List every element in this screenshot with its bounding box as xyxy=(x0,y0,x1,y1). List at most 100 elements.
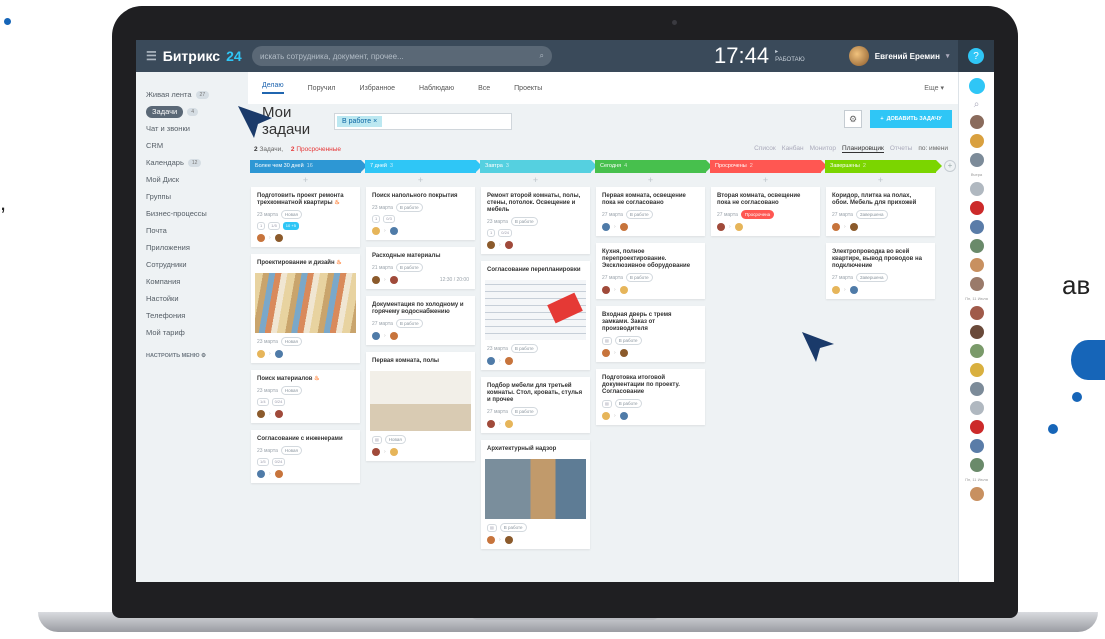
avatar[interactable] xyxy=(602,286,610,294)
add-column-button[interactable]: + xyxy=(944,160,956,172)
column-header[interactable]: 7 дней 3 xyxy=(365,160,482,173)
view-option[interactable]: Монитор xyxy=(810,145,836,153)
task-title[interactable]: Подготовка итоговой документации по прое… xyxy=(602,375,699,396)
menu-item[interactable]: Группы xyxy=(146,188,248,205)
menu-settings[interactable]: НАСТРОИТЬ МЕНЮ ⚙ xyxy=(146,353,248,359)
avatar[interactable] xyxy=(504,241,513,249)
avatar[interactable] xyxy=(372,276,380,284)
contact-avatar[interactable] xyxy=(969,382,984,396)
close-icon[interactable]: × xyxy=(373,118,377,125)
filter-chip[interactable]: В работе × xyxy=(337,115,383,127)
avatar[interactable] xyxy=(257,410,265,418)
task-title[interactable]: Расходные материалы xyxy=(372,253,469,260)
column-header[interactable]: Завтра 3 xyxy=(480,160,597,173)
avatar[interactable] xyxy=(389,332,398,340)
menu-item[interactable]: Сотрудники xyxy=(146,256,248,273)
notification-icon[interactable] xyxy=(968,78,985,94)
menu-item[interactable]: Компания xyxy=(146,273,248,290)
menu-item[interactable]: Живая лента 27 xyxy=(146,86,248,103)
add-card-button[interactable]: + xyxy=(480,173,591,187)
task-card[interactable]: Вторая комната, освещение пока не соглас… xyxy=(711,187,820,236)
contact-avatar[interactable] xyxy=(969,115,984,129)
avatar[interactable] xyxy=(602,412,610,420)
menu-item[interactable]: Приложения xyxy=(146,239,248,256)
task-card[interactable]: Проектирование и дизайн ♨ 23 марта Новая › xyxy=(251,254,360,363)
task-title[interactable]: Входная дверь с тремя замками. Заказ от … xyxy=(602,312,699,333)
avatar[interactable] xyxy=(849,286,858,294)
gear-icon[interactable]: ⚙ xyxy=(844,110,862,128)
avatar[interactable] xyxy=(619,349,628,357)
menu-item[interactable]: Телефония xyxy=(146,307,248,324)
task-card[interactable]: Ремонт второй комнаты, полы, стены, пото… xyxy=(481,187,590,254)
task-card[interactable]: Коридор, плитка на полах, обои. Мебель д… xyxy=(826,187,935,236)
contact-avatar[interactable] xyxy=(969,220,984,234)
avatar[interactable] xyxy=(602,223,610,231)
avatar[interactable] xyxy=(487,241,495,249)
avatar[interactable] xyxy=(849,223,858,231)
contact-avatar[interactable] xyxy=(969,420,984,434)
menu-item[interactable]: Почта xyxy=(146,222,248,239)
avatar[interactable] xyxy=(832,286,840,294)
avatar[interactable] xyxy=(274,410,283,418)
avatar[interactable] xyxy=(274,234,283,242)
task-card[interactable]: Согласование перепланировки 23 марта В раб… xyxy=(481,261,590,370)
filter-input[interactable]: В работе × xyxy=(334,112,512,130)
contact-avatar[interactable] xyxy=(969,258,984,272)
avatar[interactable] xyxy=(372,448,380,456)
search-icon[interactable]: ⌕ xyxy=(974,99,980,110)
contact-avatar[interactable] xyxy=(969,325,984,339)
logo[interactable]: ☰ Битрикс 24 xyxy=(136,48,252,64)
avatar[interactable] xyxy=(257,350,265,358)
add-card-button[interactable]: + xyxy=(595,173,706,187)
column-header[interactable]: Просрочены 2 xyxy=(710,160,827,173)
task-title[interactable]: Ремонт второй комнаты, полы, стены, пото… xyxy=(487,193,584,214)
task-title[interactable]: Подготовить проект ремонта трехкомнатной… xyxy=(257,193,354,207)
view-option[interactable]: Список xyxy=(754,145,776,153)
menu-burger-icon[interactable]: ☰ xyxy=(146,49,157,63)
search-input[interactable]: искать сотрудника, документ, прочее... ⌕ xyxy=(252,46,552,66)
menu-item[interactable]: Настойки xyxy=(146,290,248,307)
avatar[interactable] xyxy=(619,286,628,294)
avatar[interactable] xyxy=(734,223,743,231)
column-header[interactable]: Завершены 2 xyxy=(825,160,942,173)
tab[interactable]: Поручил xyxy=(308,85,336,92)
task-title[interactable]: Документация по холодному и горячему вод… xyxy=(372,302,469,316)
view-option[interactable]: Отчеты xyxy=(890,145,912,153)
menu-item[interactable]: Чат и звонки xyxy=(146,120,248,137)
column-header[interactable]: Более чем 30 дней 16 xyxy=(250,160,367,173)
tab[interactable]: Наблюдаю xyxy=(419,85,454,92)
tasks-label[interactable]: Задачи, xyxy=(259,146,283,153)
task-title[interactable]: Проектирование и дизайн ♨ xyxy=(257,260,354,267)
menu-item[interactable]: CRM xyxy=(146,137,248,154)
avatar[interactable] xyxy=(619,412,628,420)
add-card-button[interactable]: + xyxy=(250,173,361,187)
add-task-button[interactable]: + ДОБАВИТЬ ЗАДАЧУ xyxy=(870,110,952,128)
contact-avatar[interactable] xyxy=(969,439,984,453)
avatar[interactable] xyxy=(372,332,380,340)
contact-avatar[interactable] xyxy=(969,487,984,501)
task-title[interactable]: Коридор, плитка на полах, обои. Мебель д… xyxy=(832,193,929,207)
contact-avatar[interactable] xyxy=(969,344,984,358)
contact-avatar[interactable] xyxy=(969,201,984,215)
avatar[interactable] xyxy=(619,223,628,231)
more-tab[interactable]: Еще ▾ xyxy=(924,84,944,92)
help-icon[interactable]: ? xyxy=(968,48,984,64)
task-card[interactable]: Поиск материалов ♨ 23 марта Новая 1/4 0/24 › xyxy=(251,370,360,423)
avatar[interactable] xyxy=(389,448,398,456)
avatar[interactable] xyxy=(602,349,610,357)
task-title[interactable]: Поиск напольного покрытия xyxy=(372,193,469,200)
add-card-button[interactable]: + xyxy=(825,173,936,187)
avatar[interactable] xyxy=(487,357,495,365)
contact-avatar[interactable] xyxy=(969,401,984,415)
contact-avatar[interactable] xyxy=(969,182,984,196)
task-title[interactable]: Согласование с инженерами xyxy=(257,436,354,443)
menu-item[interactable]: Задачи 4 xyxy=(146,103,248,120)
task-card[interactable]: Электропроводка во всей квартире, вывод … xyxy=(826,243,935,299)
tab[interactable]: Проекты xyxy=(514,85,542,92)
contact-avatar[interactable] xyxy=(969,134,984,148)
task-title[interactable]: Электропроводка во всей квартире, вывод … xyxy=(832,249,929,270)
menu-item[interactable]: Мой тариф xyxy=(146,324,248,341)
add-card-button[interactable]: + xyxy=(365,173,476,187)
avatar[interactable] xyxy=(389,276,398,284)
work-status[interactable]: ▸ РАБОТАЮ xyxy=(775,48,805,64)
